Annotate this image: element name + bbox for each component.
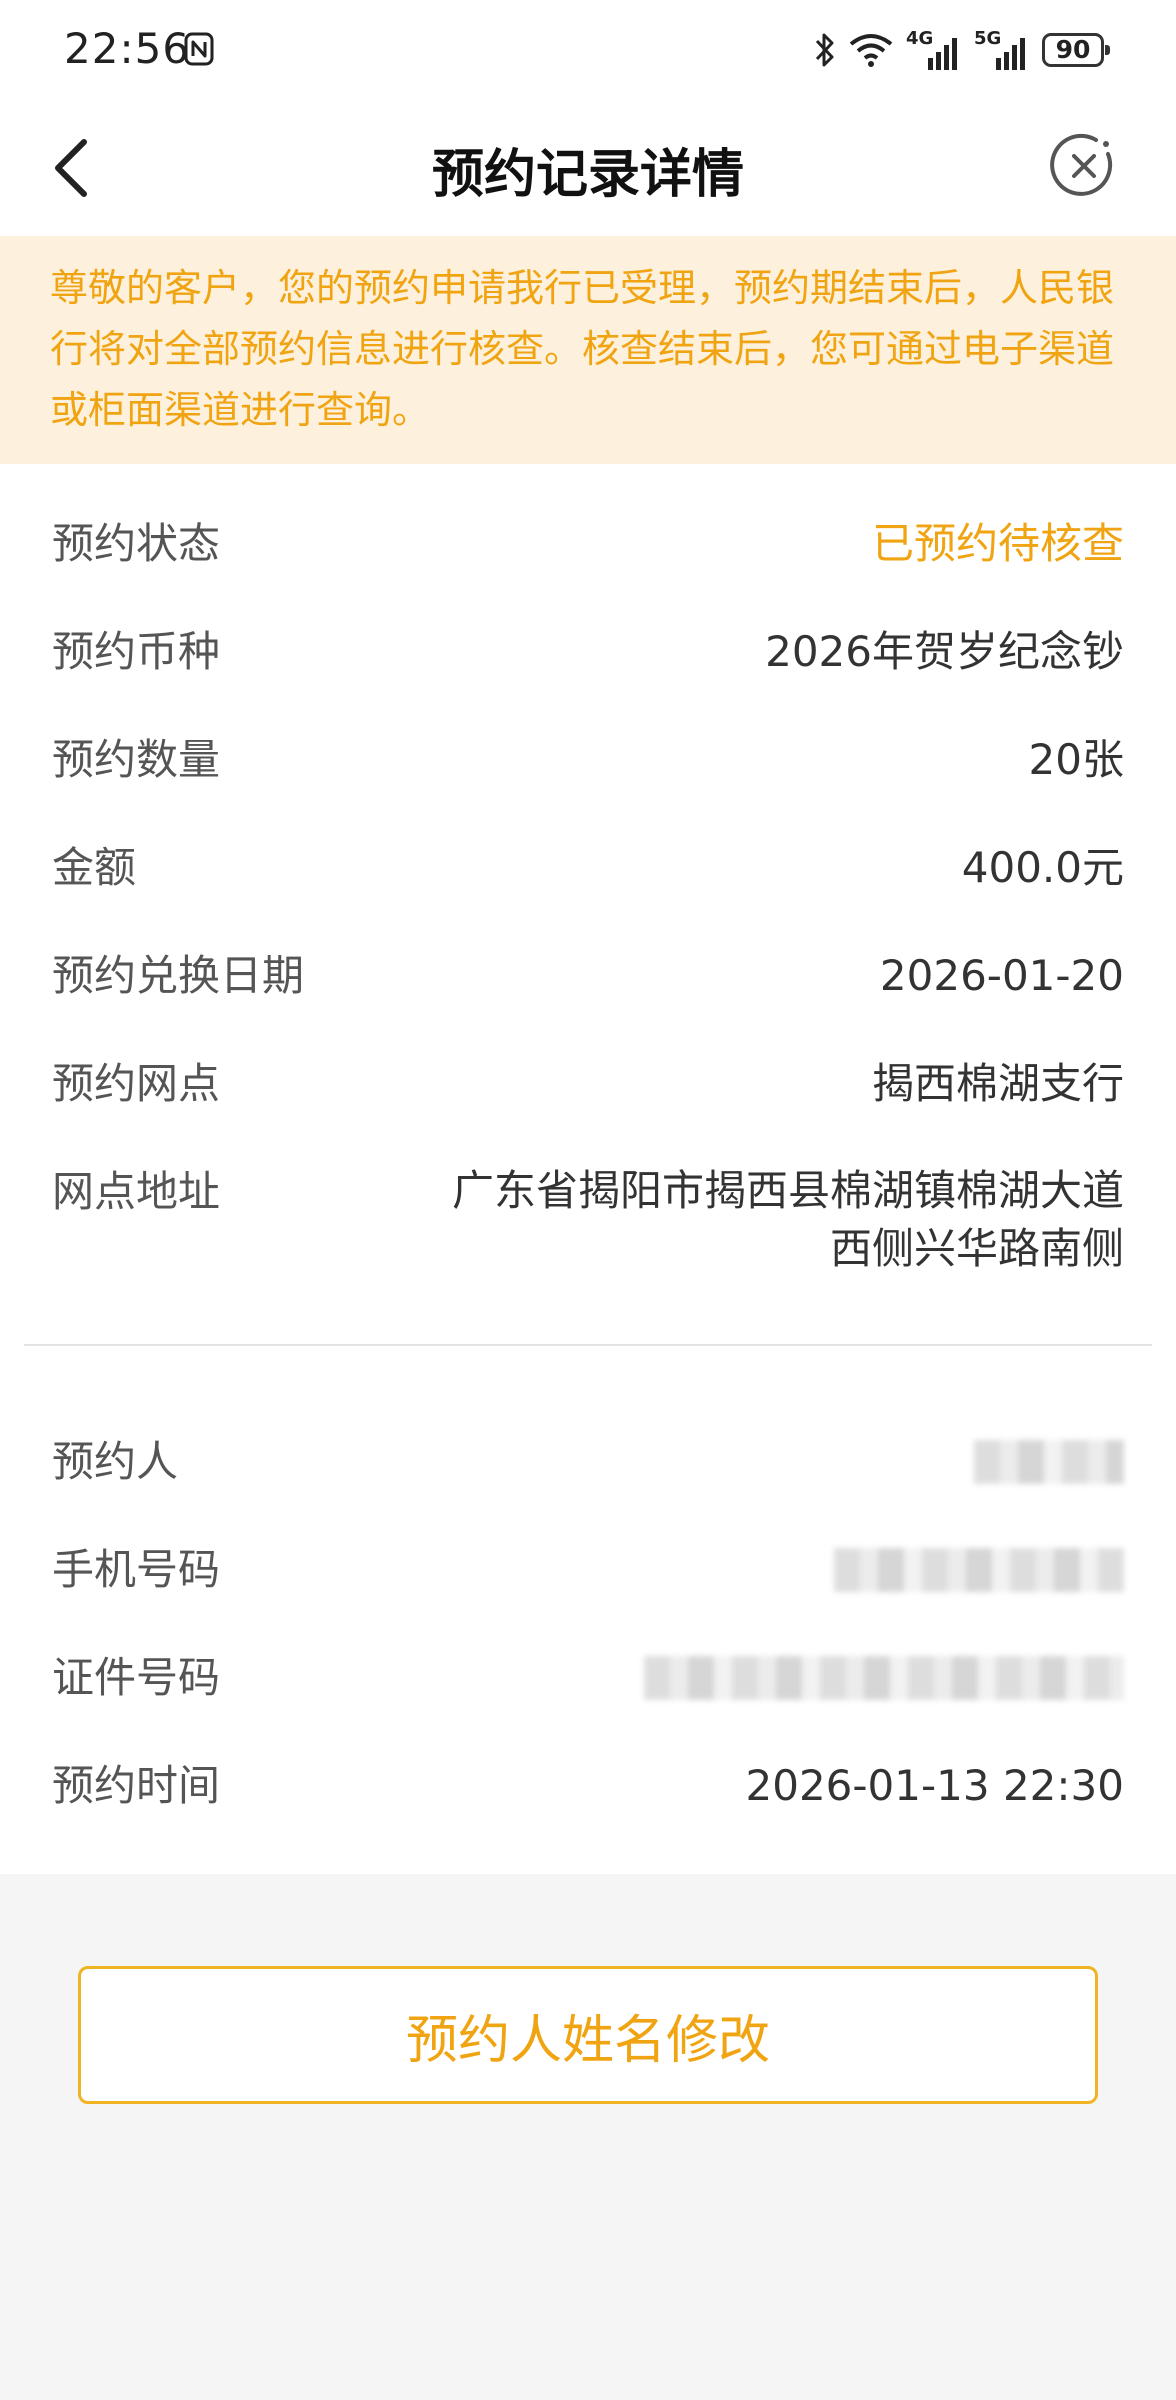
status-time: 22:56 bbox=[64, 24, 191, 73]
status-value: 已预约待核查 bbox=[871, 519, 1124, 568]
page-title: 预约记录详情 bbox=[431, 145, 744, 205]
nav-bar: 预约记录详情 bbox=[0, 100, 1176, 236]
detail-label: 预约时间 bbox=[52, 1761, 221, 1810]
detail-row-reserve-time: 预约时间 2026-01-13 22:30 bbox=[52, 1756, 1124, 1816]
signal-4g-icon: 4G bbox=[906, 28, 962, 72]
detail-label: 证件号码 bbox=[52, 1653, 221, 1702]
nfc-icon bbox=[184, 32, 214, 66]
bluetooth-icon bbox=[815, 33, 834, 67]
detail-value: 2026年贺岁纪念钞 bbox=[765, 627, 1124, 676]
status-bar: 22:56 4G 5G 90 bbox=[0, 0, 1176, 100]
signal-5g-icon: 5G bbox=[974, 28, 1030, 72]
detail-label: 预约兑换日期 bbox=[52, 951, 305, 1000]
close-circle-icon[interactable] bbox=[1050, 132, 1118, 200]
detail-row-currency: 预约币种 2026年贺岁纪念钞 bbox=[52, 622, 1124, 682]
detail-row-branch: 预约网点 揭西棉湖支行 bbox=[52, 1054, 1124, 1114]
detail-label: 预约币种 bbox=[52, 627, 221, 676]
detail-row-quantity: 预约数量 20张 bbox=[52, 730, 1124, 790]
detail-row-id-number: 证件号码 bbox=[52, 1648, 1124, 1708]
detail-value: 2026-01-13 22:30 bbox=[745, 1761, 1124, 1810]
detail-label: 金额 bbox=[52, 843, 137, 892]
detail-value: 400.0元 bbox=[961, 843, 1124, 892]
detail-value: 广东省揭阳市揭西县棉湖镇棉湖大道西侧兴华路南侧 bbox=[451, 1166, 1124, 1273]
detail-row-amount: 金额 400.0元 bbox=[52, 838, 1124, 898]
detail-value: 20张 bbox=[1028, 735, 1124, 784]
notice-banner: 尊敬的客户，您的预约申请我行已受理，预约期结束后，人民银行将对全部预约信息进行核… bbox=[0, 236, 1176, 464]
redacted-value bbox=[834, 1548, 1124, 1592]
redacted-value bbox=[644, 1656, 1124, 1700]
detail-value: 揭西棉湖支行 bbox=[871, 1059, 1124, 1108]
detail-row-reserver: 预约人 bbox=[52, 1432, 1124, 1492]
detail-label: 网点地址 bbox=[52, 1167, 221, 1216]
status-icons: 4G 5G 90 bbox=[814, 26, 1110, 74]
wifi-icon bbox=[849, 34, 893, 67]
detail-label: 预约状态 bbox=[52, 519, 221, 568]
divider bbox=[24, 1344, 1152, 1346]
detail-label: 手机号码 bbox=[52, 1545, 221, 1594]
battery-icon: 90 bbox=[1042, 33, 1110, 67]
redacted-value bbox=[974, 1440, 1124, 1484]
detail-label: 预约网点 bbox=[52, 1059, 221, 1108]
detail-row-phone: 手机号码 bbox=[52, 1540, 1124, 1600]
edit-reserver-name-button[interactable]: 预约人姓名修改 bbox=[78, 1966, 1098, 2104]
detail-label: 预约数量 bbox=[52, 735, 221, 784]
detail-row-exchange-date: 预约兑换日期 2026-01-20 bbox=[52, 946, 1124, 1006]
detail-label: 预约人 bbox=[52, 1437, 179, 1486]
details-card: 预约状态 已预约待核查 预约币种 2026年贺岁纪念钞 预约数量 20张 金额 … bbox=[0, 464, 1176, 1874]
detail-row-status: 预约状态 已预约待核查 bbox=[52, 514, 1124, 574]
detail-row-address: 网点地址 广东省揭阳市揭西县棉湖镇棉湖大道西侧兴华路南侧 bbox=[52, 1162, 1124, 1282]
detail-value: 2026-01-20 bbox=[879, 951, 1124, 1000]
